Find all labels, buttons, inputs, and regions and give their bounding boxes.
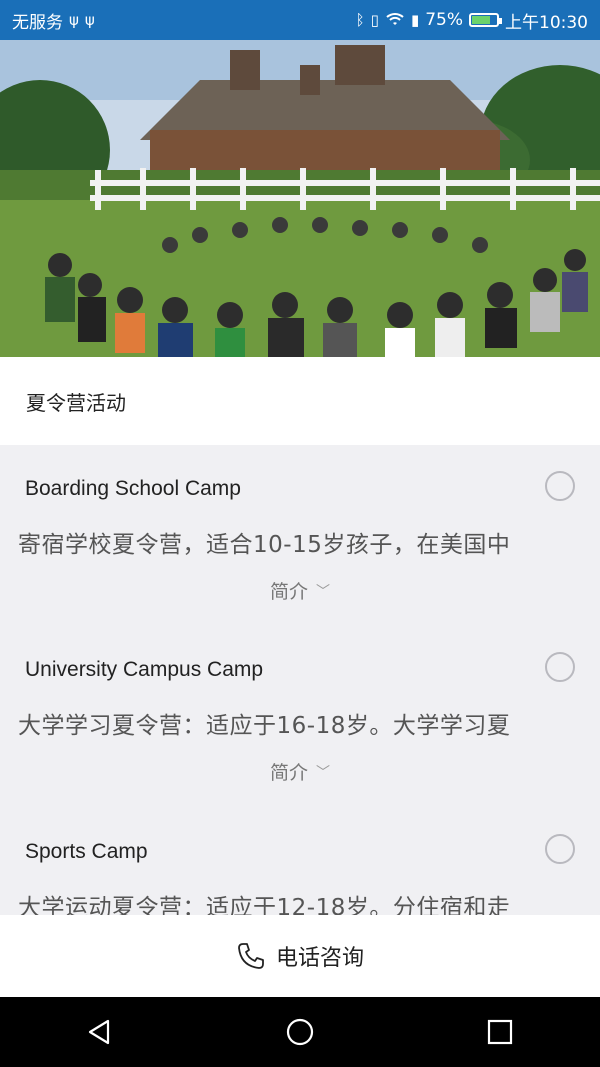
phone-icon [238, 943, 264, 969]
battery-level [472, 16, 490, 24]
camp-radio-button[interactable] [545, 834, 575, 864]
intro-toggle[interactable]: 简介 ﹀ [0, 577, 600, 604]
camp-radio-button[interactable] [545, 652, 575, 682]
camp-description: 大学学习夏令营：适应于16-18岁。大学学习夏 [18, 713, 511, 739]
battery-icon [469, 13, 502, 27]
system-nav-bar [0, 997, 600, 1067]
intro-label: 简介 [269, 762, 308, 784]
status-bar: 无服务 ψ ψ ᛒ ▯ ▮ 75% 上午10:30 [0, 0, 600, 40]
chevron-down-icon: ﹀ [316, 765, 330, 781]
camp-description: 寄宿学校夏令营，适合10-15岁孩子，在美国中 [18, 532, 511, 558]
camp-title: Boarding School Camp [25, 477, 241, 500]
camp-title: Sports Camp [25, 840, 148, 863]
intro-label: 简介 [269, 581, 308, 603]
bluetooth-icon: ᛒ [355, 10, 365, 29]
intro-toggle[interactable]: 简介 ﹀ [0, 758, 600, 785]
camp-description: 大学运动夏令营：适应于12-18岁。分住宿和走 [18, 895, 511, 915]
camp-radio-button[interactable] [545, 471, 575, 501]
home-icon[interactable] [270, 1002, 330, 1062]
usb-icon: ψ [69, 10, 79, 29]
chevron-down-icon: ﹀ [316, 584, 330, 600]
carrier-label: 无服务 [12, 12, 63, 33]
camp-title: University Campus Camp [25, 658, 264, 681]
call-button[interactable]: 电话咨询 [0, 915, 600, 997]
status-left: 无服务 ψ ψ [12, 8, 95, 33]
status-right: ᛒ ▯ ▮ 75% 上午10:30 [356, 8, 588, 33]
call-label: 电话咨询 [275, 946, 364, 971]
summer-camp-photo [0, 40, 600, 357]
battery-alert-icon: ▮ [410, 10, 420, 29]
back-icon[interactable] [70, 1002, 130, 1062]
vibrate-icon: ▯ [370, 10, 379, 29]
battery-percent: 75% [425, 10, 463, 30]
hero-image [0, 40, 600, 357]
section-title: 夏令营活动 [0, 357, 600, 445]
wifi-icon [385, 11, 405, 30]
recents-icon[interactable] [470, 1002, 530, 1062]
clock: 上午10:30 [505, 12, 588, 33]
camp-list: Boarding School Camp 寄宿学校夏令营，适合10-15岁孩子，… [0, 445, 600, 915]
usb-icon: ψ [84, 10, 95, 29]
